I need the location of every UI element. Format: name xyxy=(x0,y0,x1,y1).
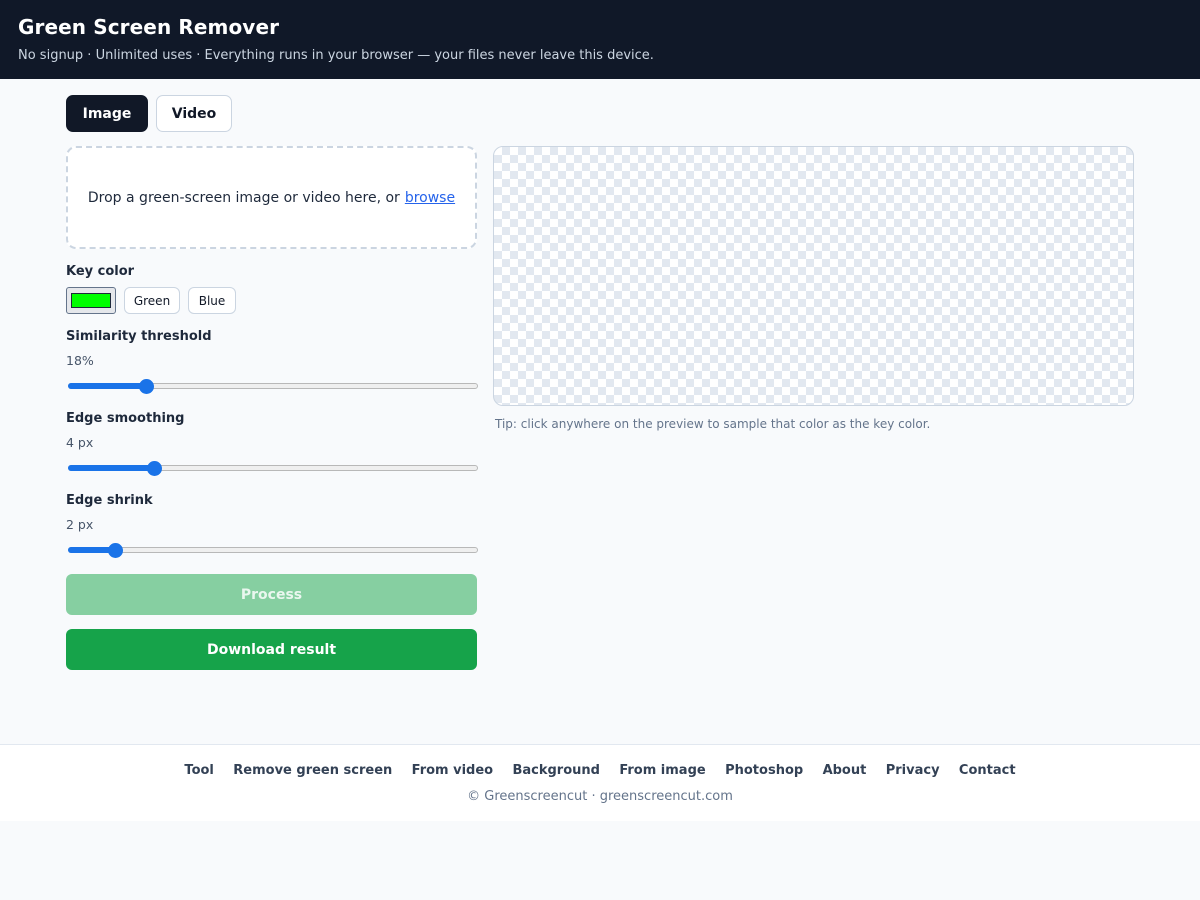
footer-link-from-video[interactable]: From video xyxy=(412,763,493,778)
smoothing-label: Edge smoothing xyxy=(66,411,185,426)
footer-copyright: © Greenscreencut · greenscreencut.com xyxy=(467,789,733,804)
tab-image[interactable]: Image xyxy=(66,95,148,132)
dropzone-text: Drop a green-screen image or video here,… xyxy=(87,189,400,206)
footer-nav: Tool Remove green screen From video Backgro… xyxy=(0,763,1200,778)
slider-thumb[interactable] xyxy=(138,379,154,394)
footer-link-contact[interactable]: Contact xyxy=(959,763,1016,778)
key-color-label: Key color xyxy=(66,264,135,279)
footer-link-remove-green-screen[interactable]: Remove green screen xyxy=(233,763,392,778)
app-title: Green Screen Remover xyxy=(18,15,280,39)
preview-tip: Tip: click anywhere on the preview to sa… xyxy=(495,417,931,431)
preset-green-button[interactable]: Green xyxy=(124,287,180,314)
footer-link-photoshop[interactable]: Photoshop xyxy=(725,763,803,778)
shrink-value: 2 px xyxy=(66,517,94,532)
preset-blue-button[interactable]: Blue xyxy=(188,287,236,314)
footer-link-from-image[interactable]: From image xyxy=(619,763,705,778)
key-color-picker[interactable] xyxy=(66,287,116,314)
slider-thumb[interactable] xyxy=(108,543,124,558)
similarity-slider[interactable] xyxy=(68,377,478,395)
tab-video[interactable]: Video xyxy=(156,95,232,132)
smoothing-value: 4 px xyxy=(66,435,94,450)
app-header: Green Screen Remover No signup · Unlimit… xyxy=(0,0,1200,79)
smoothing-slider[interactable] xyxy=(68,459,478,477)
download-button[interactable]: Download result xyxy=(66,629,477,670)
preview-canvas[interactable] xyxy=(493,146,1134,406)
key-color-swatch xyxy=(71,293,111,308)
footer-link-background[interactable]: Background xyxy=(512,763,600,778)
browse-link[interactable]: browse xyxy=(405,190,455,206)
footer-link-privacy[interactable]: Privacy xyxy=(886,763,940,778)
footer-link-about[interactable]: About xyxy=(823,763,867,778)
shrink-label: Edge shrink xyxy=(66,493,153,508)
similarity-value: 18% xyxy=(66,353,94,368)
file-dropzone[interactable]: Drop a green-screen image or video here,… xyxy=(66,146,477,249)
site-footer: Tool Remove green screen From video Backgro… xyxy=(0,744,1200,821)
app-subtitle: No signup · Unlimited uses · Everything … xyxy=(18,48,654,63)
footer-link-tool[interactable]: Tool xyxy=(184,763,213,778)
similarity-label: Similarity threshold xyxy=(66,329,212,344)
shrink-slider[interactable] xyxy=(68,541,478,559)
slider-thumb[interactable] xyxy=(147,461,163,476)
process-button[interactable]: Process xyxy=(66,574,477,615)
